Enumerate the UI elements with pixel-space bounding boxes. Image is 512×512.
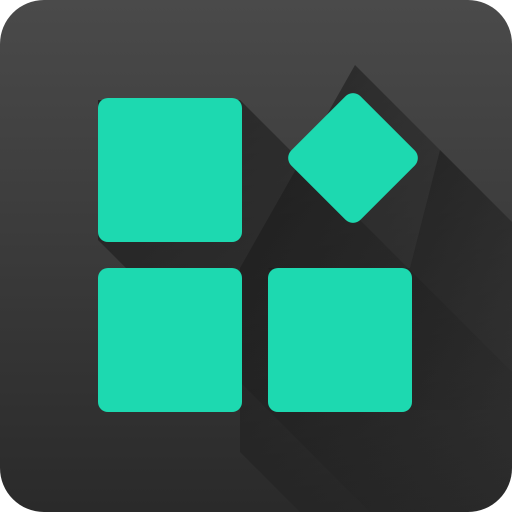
tile-bottom-left — [98, 268, 242, 412]
tile-top-left — [98, 98, 242, 242]
apps-grid-icon — [0, 0, 512, 512]
tile-bottom-right — [268, 268, 412, 412]
app-icon-graphic — [0, 0, 512, 512]
